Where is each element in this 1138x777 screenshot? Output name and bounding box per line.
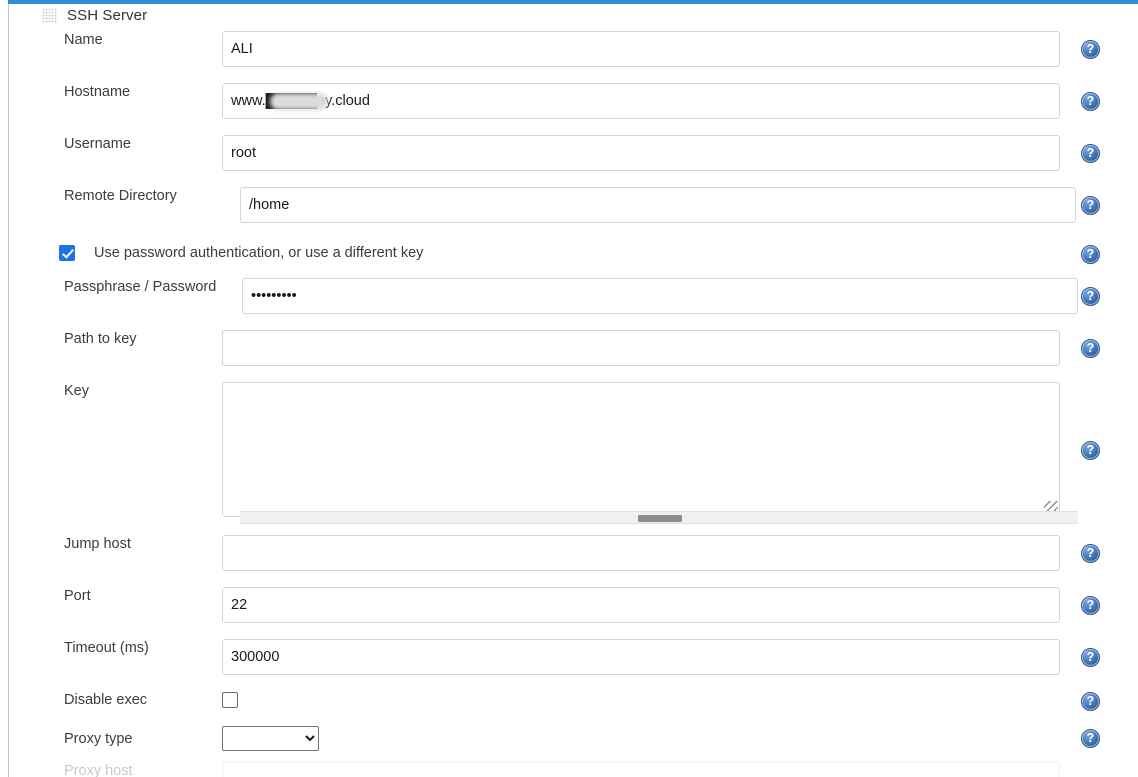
field-timeout [222, 639, 1112, 675]
row-path-to-key: Path to key [42, 330, 1112, 366]
proxy-host-input[interactable] [222, 762, 1060, 777]
label-name: Name [64, 32, 103, 48]
help-icon-name[interactable]: ? [1081, 40, 1100, 59]
label-hostname: Hostname [64, 84, 131, 100]
label-path-to-key: Path to key [64, 331, 137, 347]
help-icon-passphrase[interactable]: ? [1081, 287, 1100, 306]
name-input[interactable] [222, 31, 1060, 67]
row-passphrase: Passphrase / Password [42, 278, 1112, 314]
passphrase-input[interactable] [242, 278, 1078, 314]
help-icon-jump-host[interactable]: ? [1081, 544, 1100, 563]
ssh-server-settings-panel: SSH Server Name ? Hostname ? Username ? … [0, 0, 1138, 777]
label-passphrase: Passphrase / Password [64, 279, 217, 295]
help-icon-use-password-auth[interactable]: ? [1081, 245, 1100, 264]
scrollbar-thumb[interactable] [638, 515, 682, 522]
help-icon-username[interactable]: ? [1081, 144, 1100, 163]
field-path-to-key [222, 330, 1112, 366]
row-username: Username [42, 135, 1112, 171]
row-disable-exec: Disable exec [42, 691, 1112, 709]
field-proxy-host [222, 762, 1112, 777]
row-proxy-host: Proxy host [42, 762, 1112, 777]
key-textarea[interactable] [222, 382, 1060, 517]
path-to-key-input[interactable] [222, 330, 1060, 366]
help-icon-remote-directory[interactable]: ? [1081, 196, 1100, 215]
row-timeout: Timeout (ms) [42, 639, 1112, 675]
help-icon-hostname[interactable]: ? [1081, 92, 1100, 111]
row-hostname: Hostname [42, 83, 1112, 119]
label-timeout: Timeout (ms) [64, 640, 149, 656]
drag-dots-icon[interactable] [42, 7, 57, 23]
help-icon-timeout[interactable]: ? [1081, 648, 1100, 667]
label-port: Port [64, 588, 91, 604]
label-jump-host: Jump host [64, 536, 131, 552]
help-icon-port[interactable]: ? [1081, 596, 1100, 615]
key-textarea-wrapper [222, 382, 1060, 517]
page-title: SSH Server [67, 6, 148, 24]
jump-host-input[interactable] [222, 535, 1060, 571]
label-username: Username [64, 136, 131, 152]
label-proxy-type: Proxy type [64, 730, 133, 747]
proxy-type-select[interactable] [222, 726, 319, 751]
help-icon-key[interactable]: ? [1081, 441, 1100, 460]
field-passphrase [242, 278, 1112, 314]
field-disable-exec [222, 692, 1112, 708]
hostname-input[interactable] [222, 83, 1060, 119]
label-proxy-host: Proxy host [64, 763, 133, 777]
help-icon-disable-exec[interactable]: ? [1081, 692, 1100, 711]
label-remote-directory: Remote Directory [64, 188, 177, 204]
label-key: Key [64, 383, 89, 399]
row-key: Key [42, 382, 1112, 517]
section-header: SSH Server [42, 3, 147, 27]
field-remote-directory [240, 187, 1112, 223]
row-port: Port [42, 587, 1112, 623]
field-port [222, 587, 1112, 623]
port-input[interactable] [222, 587, 1060, 623]
field-username [222, 135, 1112, 171]
disable-exec-checkbox[interactable] [222, 692, 238, 708]
use-password-auth-label: Use password authentication, or use a di… [94, 245, 424, 261]
row-use-password-auth: Use password authentication, or use a di… [59, 245, 423, 261]
field-name [222, 31, 1112, 67]
row-jump-host: Jump host [42, 535, 1112, 571]
row-proxy-type: Proxy type [42, 726, 1112, 751]
label-disable-exec: Disable exec [64, 692, 148, 708]
field-jump-host [222, 535, 1112, 571]
field-proxy-type [222, 726, 1112, 751]
row-name: Name [42, 31, 1112, 67]
help-icon-proxy-type[interactable]: ? [1081, 729, 1100, 748]
remote-directory-input[interactable] [240, 187, 1076, 223]
use-password-auth-checkbox[interactable] [59, 245, 75, 261]
field-hostname [222, 83, 1112, 119]
field-key [222, 382, 1112, 517]
row-remote-directory: Remote Directory [42, 187, 1112, 223]
username-input[interactable] [222, 135, 1060, 171]
help-icon-path-to-key[interactable]: ? [1081, 339, 1100, 358]
horizontal-scrollbar[interactable] [240, 511, 1078, 524]
timeout-input[interactable] [222, 639, 1060, 675]
